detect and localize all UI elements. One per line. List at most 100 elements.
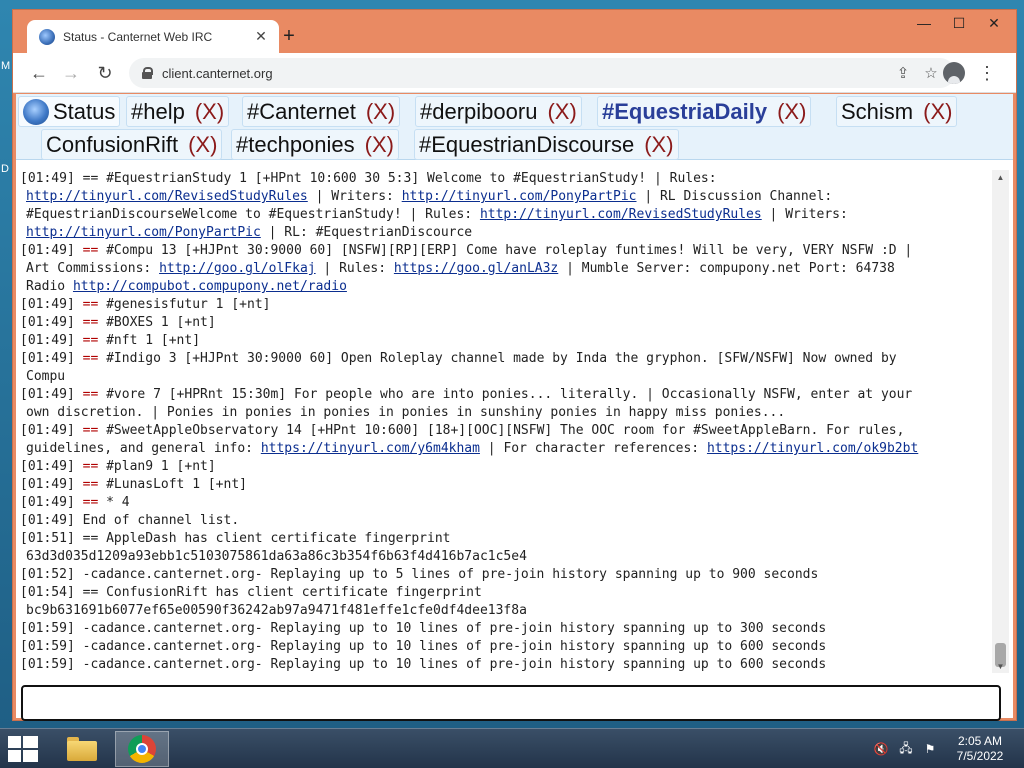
channel-close-button[interactable]: (X) xyxy=(195,99,224,125)
irc-client: Status #help (X) #Canternet (X) #derpibo… xyxy=(16,94,1013,721)
network-icon[interactable]: 🖧 xyxy=(898,741,914,757)
channel-close-button[interactable]: (X) xyxy=(777,99,806,125)
scroll-up-arrow-icon[interactable]: ▲ xyxy=(992,170,1009,184)
log-text: [01:59] -cadance.canternet.org- Replayin… xyxy=(20,621,827,636)
log-text: [01:49] xyxy=(20,243,83,258)
channel-tab-label: #Canternet xyxy=(247,98,356,124)
log-text: [01:49] xyxy=(20,333,83,348)
pony-favicon-icon xyxy=(39,28,55,45)
log-text: Compu xyxy=(26,369,66,384)
channel-tab-help[interactable]: #help (X) xyxy=(126,96,230,127)
log-line-continuation: http://tinyurl.com/PonyPartPic | RL: #Eq… xyxy=(18,224,986,242)
bookmark-star-icon[interactable]: ☆ xyxy=(917,61,945,85)
log-text: [01:49] xyxy=(20,495,83,510)
channel-close-button[interactable]: (X) xyxy=(366,99,395,125)
folder-icon xyxy=(67,737,97,761)
windows-start-icon[interactable] xyxy=(8,736,38,762)
channel-close-button[interactable]: (X) xyxy=(923,99,952,125)
log-line: [01:59] -cadance.canternet.org- Replayin… xyxy=(18,620,986,638)
channel-tab-equestriandiscourse[interactable]: #EquestrianDiscourse (X) xyxy=(414,129,679,160)
browser-titlebar: Status - Canternet Web IRC ✕ + — ☐ ✕ xyxy=(13,10,1016,53)
log-text: #Indigo 3 [+HJPnt 30:9000 60] Open Rolep… xyxy=(98,351,897,366)
log-link[interactable]: http://tinyurl.com/RevisedStudyRules xyxy=(26,189,308,204)
log-link[interactable]: http://tinyurl.com/PonyPartPic xyxy=(402,189,637,204)
taskbar-clock[interactable]: 2:05 AM 7/5/2022 xyxy=(954,734,1006,764)
log-line-continuation: #EquestrianDiscourseWelcome to #Equestri… xyxy=(18,206,986,224)
log-op-marker: == xyxy=(82,495,99,510)
taskbar-file-explorer[interactable] xyxy=(55,731,109,767)
channel-close-button[interactable]: (X) xyxy=(365,132,394,158)
log-line: [01:49] == #EquestrianStudy 1 [+HPnt 10:… xyxy=(18,170,986,188)
log-link[interactable]: https://tinyurl.com/y6m4kham xyxy=(261,441,480,456)
channel-tab-techponies[interactable]: #techponies (X) xyxy=(231,129,399,160)
browser-tab[interactable]: Status - Canternet Web IRC ✕ xyxy=(27,20,279,53)
profile-avatar-icon[interactable] xyxy=(943,62,965,84)
log-text: | Rules: xyxy=(315,261,394,276)
back-arrow-icon[interactable]: ← xyxy=(27,61,51,85)
share-icon[interactable]: ⇪ xyxy=(889,61,917,85)
channel-close-button[interactable]: (X) xyxy=(188,132,217,158)
log-link[interactable]: https://goo.gl/anLA3z xyxy=(394,261,558,276)
log-op-marker: == xyxy=(82,351,99,366)
message-log[interactable]: [01:49] == #EquestrianStudy 1 [+HPnt 10:… xyxy=(18,170,986,673)
log-op-marker: == xyxy=(82,333,99,348)
channel-tab-equestriadaily[interactable]: #EquestriaDaily (X) xyxy=(597,96,812,127)
taskbar: 🔇 🖧 ⚑ 2:05 AM 7/5/2022 xyxy=(0,728,1024,768)
log-link[interactable]: http://tinyurl.com/RevisedStudyRules xyxy=(480,207,762,222)
log-op-marker: == xyxy=(82,459,99,474)
log-text: #Compu 13 [+HJPnt 30:9000 60] [NSFW][RP]… xyxy=(98,243,913,258)
kebab-menu-icon[interactable]: ⋮ xyxy=(975,61,999,85)
log-text: #EquestrianDiscourseWelcome to #Equestri… xyxy=(26,207,480,222)
log-link[interactable]: http://tinyurl.com/PonyPartPic xyxy=(26,225,261,240)
log-scrollbar[interactable]: ▲ ▼ xyxy=(992,170,1009,673)
action-center-flag-icon[interactable]: ⚑ xyxy=(922,741,938,757)
channel-tab-confusionrift[interactable]: ConfusionRift (X) xyxy=(41,129,223,160)
channel-tab-derpibooru[interactable]: #derpibooru (X) xyxy=(415,96,582,127)
log-line: [01:52] -cadance.canternet.org- Replayin… xyxy=(18,566,986,584)
log-text: | RL Discussion Channel: xyxy=(636,189,833,204)
log-op-marker: == xyxy=(82,297,99,312)
taskbar-chrome[interactable] xyxy=(115,731,169,767)
channel-tab-canternet[interactable]: #Canternet (X) xyxy=(242,96,401,127)
log-text: [01:49] xyxy=(20,459,83,474)
log-link[interactable]: http://compubot.compupony.net/radio xyxy=(73,279,347,294)
log-text: [01:59] -cadance.canternet.org- Replayin… xyxy=(20,639,827,654)
channel-tab-schism[interactable]: Schism (X) xyxy=(836,96,958,127)
new-tab-button[interactable]: + xyxy=(277,24,301,48)
url-text[interactable]: client.canternet.org xyxy=(162,66,889,81)
log-text: * 4 xyxy=(98,495,130,510)
log-text: #BOXES 1 [+nt] xyxy=(98,315,216,330)
close-window-button[interactable]: ✕ xyxy=(979,12,1009,34)
maximize-button[interactable]: ☐ xyxy=(944,12,974,34)
log-text: | Mumble Server: compupony.net Port: 647… xyxy=(558,261,895,276)
log-line: [01:49] == * 4 xyxy=(18,494,986,512)
clock-time: 2:05 AM xyxy=(957,734,1003,748)
log-text: | Writers: xyxy=(761,207,848,222)
tab-title: Status - Canternet Web IRC xyxy=(63,29,213,44)
log-line: [01:49] == #nft 1 [+nt] xyxy=(18,332,986,350)
log-text: Art Commissions: xyxy=(26,261,160,276)
message-input[interactable] xyxy=(23,687,999,719)
tab-close-icon[interactable]: ✕ xyxy=(251,27,271,47)
minimize-button[interactable]: — xyxy=(909,12,939,34)
log-link[interactable]: http://goo.gl/olFkaj xyxy=(159,261,316,276)
message-input-box[interactable] xyxy=(21,685,1001,721)
log-line-continuation: 63d3d035d1209a93ebb1c5103075861da63a86c3… xyxy=(18,548,986,566)
channel-close-button[interactable]: (X) xyxy=(644,132,673,158)
speaker-muted-icon[interactable]: 🔇 xyxy=(873,741,889,757)
channel-tab-label: Schism xyxy=(841,98,914,124)
log-text: | For character references: xyxy=(479,441,707,456)
log-text: [01:54] == ConfusionRift has client cert… xyxy=(20,585,482,600)
forward-arrow-icon[interactable]: → xyxy=(59,61,83,85)
scroll-down-arrow-icon[interactable]: ▼ xyxy=(992,659,1009,673)
log-link[interactable]: https://tinyurl.com/ok9b2bt xyxy=(707,441,918,456)
channel-tab-status[interactable]: Status xyxy=(18,96,121,127)
log-line: [01:49] == #plan9 1 [+nt] xyxy=(18,458,986,476)
log-text: #plan9 1 [+nt] xyxy=(98,459,216,474)
log-line: [01:49] == #SweetAppleObservatory 14 [+H… xyxy=(18,422,986,440)
log-line: [01:51] == AppleDash has client certific… xyxy=(18,530,986,548)
address-bar[interactable]: client.canternet.org ⇪ ☆ xyxy=(129,58,955,88)
channel-close-button[interactable]: (X) xyxy=(547,99,576,125)
reload-icon[interactable]: ↻ xyxy=(93,61,117,85)
log-line-continuation: Compu xyxy=(18,368,986,386)
